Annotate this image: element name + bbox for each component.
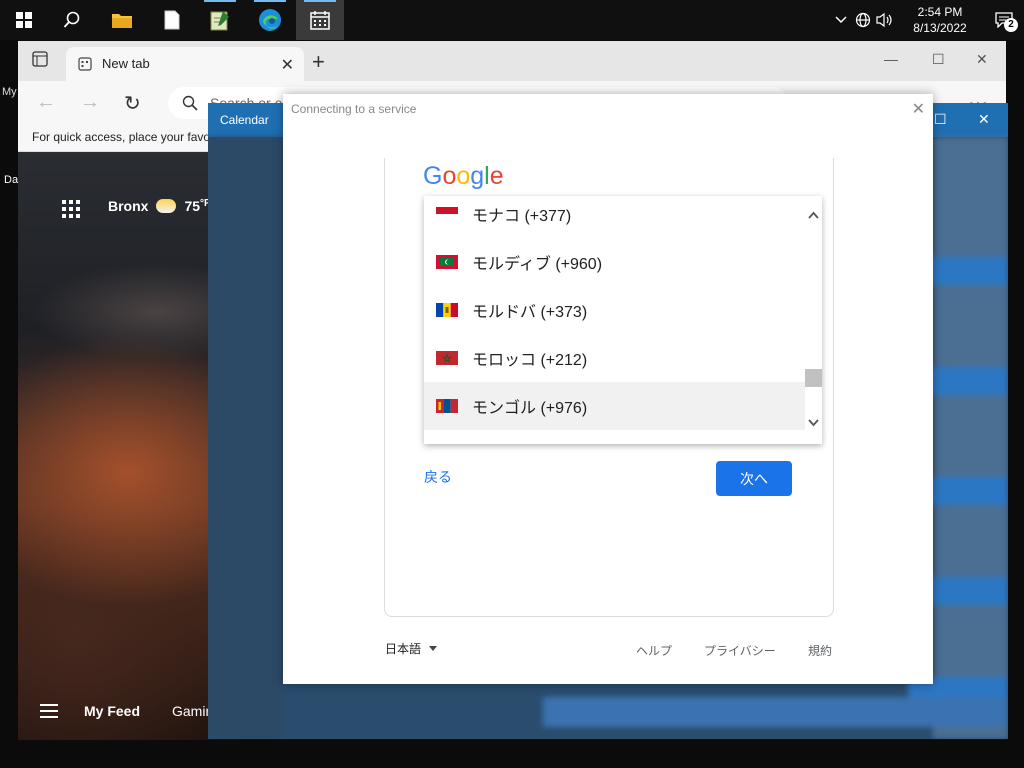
maldives-flag-icon bbox=[436, 255, 458, 269]
folder-icon bbox=[112, 14, 132, 28]
country-option[interactable]: モナコ (+377) bbox=[424, 196, 805, 238]
document-icon bbox=[164, 10, 180, 30]
tab-new-tab[interactable]: New tab ✕ bbox=[66, 47, 304, 81]
calendar-title: Calendar bbox=[220, 113, 269, 127]
country-option[interactable]: モルディブ (+960) bbox=[424, 238, 805, 286]
action-center-button[interactable]: 2 bbox=[984, 0, 1024, 40]
country-option-highlighted[interactable]: モンゴル (+976) bbox=[424, 382, 805, 430]
weather-city: Bronx bbox=[108, 198, 149, 214]
calendar-close-icon[interactable]: ✕ bbox=[978, 111, 990, 128]
edge-left-clip-label: My bbox=[2, 86, 17, 98]
tab-actions-icon[interactable] bbox=[32, 51, 52, 71]
dialog-title: Connecting to a service bbox=[291, 102, 417, 116]
country-option-label: モロッコ (+212) bbox=[472, 352, 588, 369]
close-window-icon[interactable]: ✕ bbox=[976, 51, 988, 68]
country-option-partial[interactable] bbox=[424, 430, 805, 444]
dropdown-scrollbar[interactable] bbox=[805, 196, 822, 444]
forward-arrow-icon[interactable]: → bbox=[80, 91, 100, 114]
weather-temp: 75 bbox=[184, 198, 201, 214]
footer-link-privacy[interactable]: プライバシー bbox=[704, 642, 776, 659]
edge-left-clip-label-2: Da bbox=[4, 174, 19, 186]
back-arrow-icon[interactable]: ← bbox=[36, 91, 56, 114]
moldova-flag-icon bbox=[436, 303, 458, 317]
new-tab-button[interactable]: + bbox=[312, 49, 325, 75]
scroll-down-chevron-icon[interactable] bbox=[808, 417, 819, 428]
caret-down-icon bbox=[429, 646, 438, 651]
notepad-icon bbox=[210, 11, 229, 31]
mongolia-flag-icon bbox=[436, 399, 458, 413]
language-selector[interactable]: 日本語 bbox=[385, 640, 438, 657]
country-option[interactable]: モロッコ (+212) bbox=[424, 334, 805, 382]
next-button[interactable]: 次へ bbox=[716, 461, 792, 496]
windows-icon bbox=[16, 12, 32, 28]
address-search-icon bbox=[182, 95, 198, 111]
network-globe-icon[interactable] bbox=[852, 0, 874, 40]
refresh-icon[interactable]: ↻ bbox=[124, 91, 141, 116]
language-label: 日本語 bbox=[385, 642, 422, 656]
calendar-sidebar bbox=[208, 137, 283, 739]
footer-link-terms[interactable]: 規約 bbox=[808, 642, 832, 659]
scrollbar-thumb[interactable] bbox=[805, 369, 822, 387]
edge-button[interactable] bbox=[246, 0, 294, 40]
system-tray: 2:54 PM 8/13/2022 2 bbox=[830, 0, 1024, 40]
calendar-icon bbox=[310, 11, 330, 30]
connect-service-dialog: Connecting to a service ✕ Google モナコ (+3… bbox=[283, 94, 933, 684]
chevron-up-icon[interactable] bbox=[830, 0, 852, 40]
edge-icon bbox=[259, 9, 281, 31]
search-icon bbox=[63, 11, 80, 28]
country-option-label: モンゴル (+976) bbox=[472, 400, 588, 417]
partly-cloudy-icon bbox=[156, 199, 177, 213]
favorites-bar-hint: For quick access, place your favo bbox=[32, 130, 211, 144]
country-code-dropdown[interactable]: モナコ (+377) モルディブ (+960) モルドバ (+373) モロッコ… bbox=[424, 196, 822, 444]
clock-time: 2:54 PM bbox=[917, 5, 963, 19]
maximize-icon[interactable]: ☐ bbox=[932, 51, 945, 68]
morocco-flag-icon bbox=[436, 351, 458, 365]
tab-title: New tab bbox=[102, 56, 150, 71]
calendar-grid bbox=[933, 137, 1008, 739]
menu-hamburger-icon[interactable] bbox=[40, 704, 58, 722]
edge-tab-bar: New tab ✕ + — ☐ ✕ bbox=[18, 41, 1006, 81]
document-button[interactable] bbox=[148, 0, 196, 40]
notepad-button[interactable] bbox=[196, 0, 244, 40]
country-option-label: モルドバ (+373) bbox=[472, 304, 588, 321]
new-tab-page-icon bbox=[78, 57, 92, 71]
taskbar: 2:54 PM 8/13/2022 2 bbox=[0, 0, 1024, 40]
volume-icon[interactable] bbox=[874, 0, 896, 40]
calendar-maximize-icon[interactable]: ☐ bbox=[934, 111, 947, 128]
calendar-button[interactable] bbox=[296, 0, 344, 40]
scroll-up-chevron-icon[interactable] bbox=[808, 210, 819, 221]
clock-date: 8/13/2022 bbox=[913, 21, 967, 35]
start-button[interactable] bbox=[0, 0, 48, 40]
monaco-flag-icon bbox=[436, 207, 458, 221]
search-button[interactable] bbox=[48, 0, 96, 40]
google-logo: Google bbox=[423, 162, 504, 190]
footer-link-help[interactable]: ヘルプ bbox=[636, 642, 672, 659]
file-explorer-button[interactable] bbox=[98, 0, 146, 40]
country-option[interactable]: モルドバ (+373) bbox=[424, 286, 805, 334]
minimize-icon[interactable]: — bbox=[884, 51, 898, 67]
country-option-label: モルディブ (+960) bbox=[472, 256, 603, 273]
tab-close-icon[interactable]: ✕ bbox=[281, 55, 294, 75]
clock[interactable]: 2:54 PM 8/13/2022 bbox=[900, 4, 980, 36]
apps-launcher-icon[interactable] bbox=[62, 200, 80, 218]
country-option-label: モナコ (+377) bbox=[472, 208, 572, 225]
back-link[interactable]: 戻る bbox=[424, 467, 452, 487]
dialog-close-icon[interactable]: ✕ bbox=[912, 99, 925, 119]
weather-widget[interactable]: Bronx 75°F bbox=[108, 198, 210, 214]
feed-tab-my-feed[interactable]: My Feed bbox=[84, 703, 140, 719]
notification-count-badge: 2 bbox=[1004, 18, 1018, 32]
